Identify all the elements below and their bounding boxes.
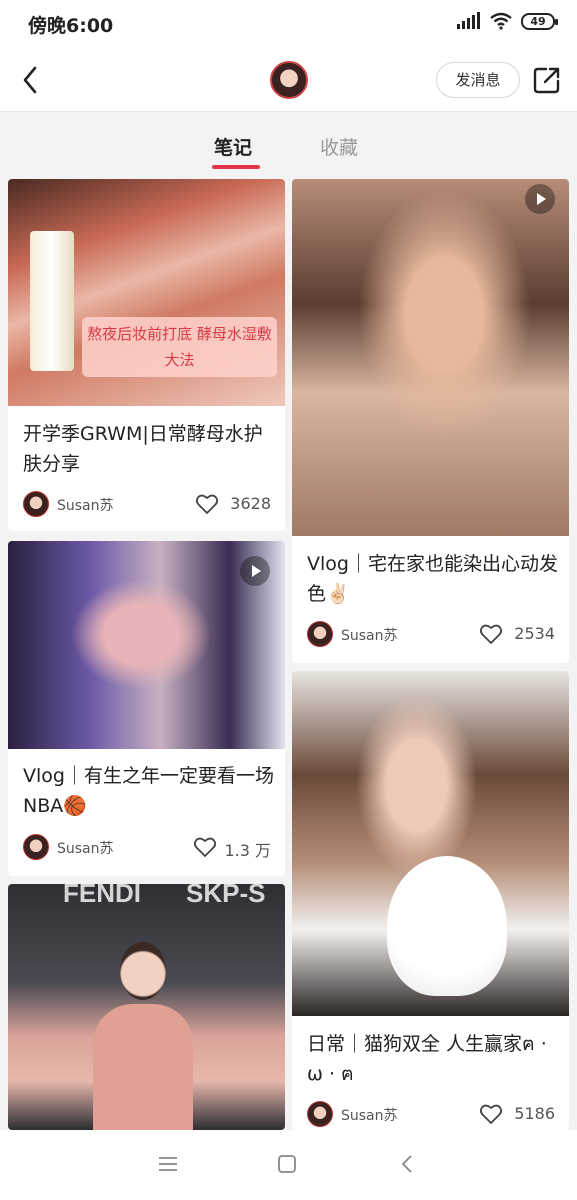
system-back-icon[interactable] xyxy=(396,1152,420,1176)
author-name[interactable]: Susan苏 xyxy=(57,838,114,858)
note-title: Vlog｜宅在家也能染出心动发色✌🏻 xyxy=(307,553,558,605)
like-count: 1.3 万 xyxy=(224,841,271,860)
note-footer: Susan苏 3628 xyxy=(23,491,271,519)
heart-icon[interactable] xyxy=(479,1103,503,1125)
system-nav-bar xyxy=(0,1130,577,1200)
battery-indicator: 49 xyxy=(521,12,558,30)
note-card[interactable]: 熬夜后妆前打底 酵母水湿敷大法 开学季GRWM|日常酵母水护肤分享 Susan苏… xyxy=(8,179,285,531)
share-icon[interactable] xyxy=(532,65,562,95)
like-count: 2534 xyxy=(514,624,555,643)
status-icons: 49 xyxy=(457,12,558,30)
like-count: 3628 xyxy=(230,494,271,513)
content-tabs: 笔记 收藏 xyxy=(0,113,577,177)
cat-shape xyxy=(387,856,507,996)
cover-caption: 熬夜后妆前打底 酵母水湿敷大法 xyxy=(82,317,277,377)
author-avatar[interactable] xyxy=(307,621,333,647)
profile-header: 发消息 xyxy=(0,48,577,112)
author-avatar[interactable] xyxy=(23,491,49,517)
note-title: 开学季GRWM|日常酵母水护肤分享 xyxy=(23,423,263,475)
signal-icon xyxy=(457,12,481,30)
note-card[interactable]: FENDI SKP-S xyxy=(8,884,285,1130)
note-footer: Susan苏 1.3 万 xyxy=(23,834,271,862)
author-avatar[interactable] xyxy=(23,834,49,860)
active-tab-indicator xyxy=(212,165,260,169)
author-name[interactable]: Susan苏 xyxy=(341,1105,398,1125)
home-icon[interactable] xyxy=(275,1152,299,1176)
backdrop-text: SKP-S xyxy=(186,884,266,908)
play-icon xyxy=(240,556,270,586)
back-arrow-icon[interactable] xyxy=(16,64,48,96)
note-cover-image xyxy=(292,179,569,536)
author-name[interactable]: Susan苏 xyxy=(341,625,398,645)
profile-avatar[interactable] xyxy=(270,61,308,99)
backdrop-text: FENDI xyxy=(63,884,141,908)
menu-icon[interactable] xyxy=(156,1152,180,1176)
like-count: 5186 xyxy=(514,1104,555,1123)
tab-favorites[interactable]: 收藏 xyxy=(320,133,358,160)
person-figure xyxy=(93,1004,193,1130)
note-cover-image xyxy=(292,671,569,1016)
play-icon xyxy=(525,184,555,214)
author-avatar[interactable] xyxy=(307,1101,333,1127)
send-message-button[interactable]: 发消息 xyxy=(436,62,520,98)
heart-icon[interactable] xyxy=(195,493,219,515)
note-cover-image: FENDI SKP-S xyxy=(8,884,285,1130)
note-title: 日常｜猫狗双全 人生赢家ฅ · ω · ฅ xyxy=(307,1033,547,1085)
note-footer: Susan苏 5186 xyxy=(307,1101,555,1129)
heart-icon[interactable] xyxy=(193,836,217,858)
person-head xyxy=(120,942,166,1000)
note-card[interactable]: Vlog｜有生之年一定要看一场NBA🏀 Susan苏 1.3 万 xyxy=(8,541,285,876)
heart-icon[interactable] xyxy=(479,623,503,645)
product-bottle xyxy=(30,231,74,371)
note-footer: Susan苏 2534 xyxy=(307,621,555,649)
tab-notes[interactable]: 笔记 xyxy=(214,133,252,160)
note-cover-image: 熬夜后妆前打底 酵母水湿敷大法 xyxy=(8,179,285,406)
wifi-icon xyxy=(490,12,512,30)
note-card[interactable]: Vlog｜宅在家也能染出心动发色✌🏻 Susan苏 2534 xyxy=(292,179,569,663)
note-title: Vlog｜有生之年一定要看一场NBA🏀 xyxy=(23,765,274,817)
status-bar: 傍晚6:00 49 xyxy=(0,0,577,48)
author-name[interactable]: Susan苏 xyxy=(57,495,114,515)
note-card[interactable]: 日常｜猫狗双全 人生赢家ฅ · ω · ฅ Susan苏 5186 xyxy=(292,671,569,1130)
status-time: 傍晚6:00 xyxy=(28,15,114,37)
